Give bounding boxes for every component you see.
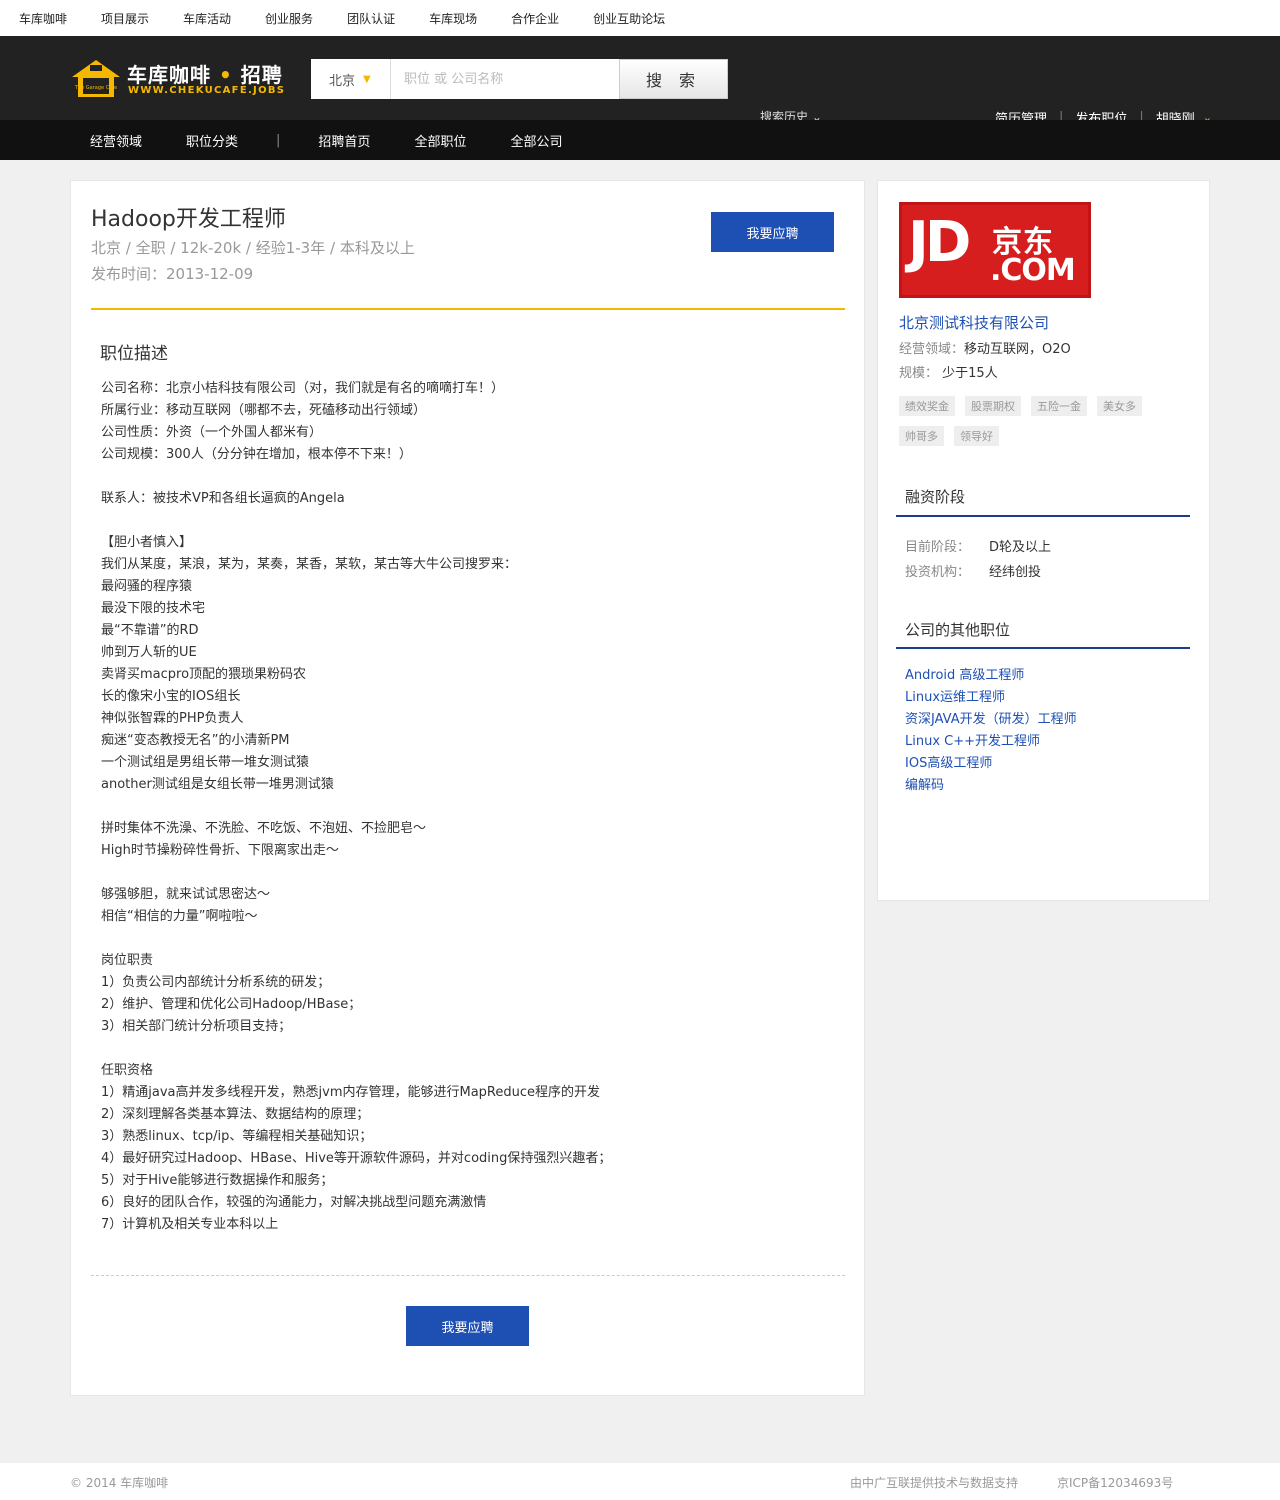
- tag: 绩效奖金: [899, 396, 955, 416]
- company-field: 经营领域：移动互联网，O2O: [899, 338, 1071, 357]
- chevron-down-icon: ▼: [363, 73, 371, 85]
- company-scale: 规模： 少于15人: [899, 362, 998, 381]
- other-job-link[interactable]: 编解码: [905, 775, 1077, 797]
- company-tags: 绩效奖金 股票期权 五险一金 美女多 帅哥多 领导好: [899, 396, 1189, 446]
- funding-investor: 投资机构： 经纬创投: [905, 561, 1041, 580]
- icp-number: 京ICP备12034693号: [1057, 1476, 1174, 1490]
- top-link-partners[interactable]: 合作企业: [511, 10, 559, 27]
- top-link-team-cert[interactable]: 团队认证: [347, 10, 395, 27]
- other-jobs-list: Android 高级工程师 Linux运维工程师 资深JAVA开发（研发）工程师…: [905, 665, 1077, 797]
- tag: 帅哥多: [899, 426, 944, 446]
- nav-job-category[interactable]: 职位分类: [186, 131, 238, 150]
- city-value: 北京: [329, 73, 356, 89]
- scale-value: 少于15人: [942, 366, 998, 381]
- nav-all-companies[interactable]: 全部公司: [510, 131, 562, 150]
- investor-value: 经纬创投: [989, 565, 1042, 580]
- investor-label: 投资机构：: [905, 565, 971, 580]
- nav-business-field[interactable]: 经营领域: [90, 131, 142, 150]
- scale-label: 规模：: [899, 366, 939, 381]
- tag: 五险一金: [1031, 396, 1087, 416]
- tag: 领导好: [954, 426, 999, 446]
- divider: [896, 647, 1190, 649]
- top-link-projects[interactable]: 项目展示: [101, 10, 149, 27]
- job-title: Hadoop开发工程师: [91, 207, 286, 232]
- house-logo-icon: The Garage Cafe: [72, 60, 120, 97]
- funding-heading: 融资阶段: [905, 488, 966, 506]
- stage-label: 目前阶段：: [905, 540, 971, 555]
- other-jobs-heading: 公司的其他职位: [905, 621, 1011, 639]
- logo-dot: •: [218, 63, 233, 87]
- other-job-link[interactable]: Android 高级工程师: [905, 665, 1077, 687]
- nav-recruit-home[interactable]: 招聘首页: [318, 131, 370, 150]
- main-nav: 经营领域 职位分类 | 招聘首页 全部职位 全部公司: [0, 120, 1280, 160]
- logo-house-text: The Garage Cafe: [74, 85, 117, 91]
- search-button[interactable]: 搜 索: [619, 59, 728, 99]
- other-job-link[interactable]: IOS高级工程师: [905, 753, 1077, 775]
- top-link-live[interactable]: 车库现场: [429, 10, 477, 27]
- tech-support: 由中广互联提供技术与数据支持: [850, 1476, 1019, 1490]
- logo-title-main: 车库咖啡: [127, 63, 211, 87]
- logo-jd-text: JD: [908, 210, 971, 275]
- logo-subtitle: WWW.CHEKUCAFE.JOBS: [128, 85, 286, 96]
- field-label: 经营领域：: [899, 342, 965, 357]
- publish-date: 发布时间：2013-12-09: [91, 265, 254, 283]
- top-link-events[interactable]: 车库活动: [183, 10, 231, 27]
- company-logo[interactable]: JD 京东 .COM: [899, 202, 1091, 298]
- apply-button-bottom[interactable]: 我要应聘: [406, 1306, 529, 1346]
- city-select[interactable]: 北京 ▼: [311, 59, 391, 99]
- company-name-link[interactable]: 北京测试科技有限公司: [899, 312, 1049, 333]
- logo-title-jobs: 招聘: [240, 63, 283, 87]
- other-job-link[interactable]: Linux C++开发工程师: [905, 731, 1077, 753]
- other-job-link[interactable]: Linux运维工程师: [905, 687, 1077, 709]
- funding-stage: 目前阶段： D轮及以上: [905, 536, 1051, 555]
- company-sidebar: JD 京东 .COM 北京测试科技有限公司 经营领域：移动互联网，O2O 规模：…: [877, 180, 1210, 901]
- divider: [91, 1275, 845, 1276]
- divider: [896, 515, 1190, 517]
- search-bar: 北京 ▼ 搜 索: [311, 59, 728, 99]
- top-link-services[interactable]: 创业服务: [265, 10, 313, 27]
- divider: [91, 308, 845, 310]
- nav-divider: |: [276, 132, 281, 148]
- nav-all-jobs[interactable]: 全部职位: [414, 131, 466, 150]
- logo-title: 车库咖啡 • 招聘: [127, 59, 283, 88]
- site-logo[interactable]: The Garage Cafe 车库咖啡 • 招聘 WWW.CHEKUCAFE.…: [70, 57, 285, 101]
- search-input[interactable]: [391, 59, 619, 99]
- tag: 美女多: [1097, 396, 1142, 416]
- description-heading: 职位描述: [100, 344, 168, 364]
- field-value: 移动互联网，O2O: [964, 342, 1071, 357]
- apply-button[interactable]: 我要应聘: [711, 212, 834, 252]
- top-link-forum[interactable]: 创业互助论坛: [593, 10, 665, 27]
- other-job-link[interactable]: 资深JAVA开发（研发）工程师: [905, 709, 1077, 731]
- logo-jd-com: .COM: [990, 253, 1076, 288]
- site-footer: © 2014 车库咖啡 由中广互联提供技术与数据支持 京ICP备12034693…: [0, 1463, 1280, 1500]
- stage-value: D轮及以上: [989, 540, 1052, 555]
- copyright: © 2014 车库咖啡: [70, 1476, 169, 1490]
- tag: 股票期权: [965, 396, 1021, 416]
- top-link-bar: 车库咖啡 项目展示 车库活动 创业服务 团队认证 车库现场 合作企业 创业互助论…: [0, 0, 1280, 36]
- job-detail-card: Hadoop开发工程师 北京 / 全职 / 12k-20k / 经验1-3年 /…: [70, 180, 865, 1396]
- job-description: 公司名称：北京小桔科技有限公司（对，我们就是有名的嘀嘀打车！） 所属行业：移动互…: [101, 381, 612, 1232]
- job-meta: 北京 / 全职 / 12k-20k / 经验1-3年 / 本科及以上: [91, 239, 415, 257]
- top-link-chekucafe[interactable]: 车库咖啡: [19, 10, 67, 27]
